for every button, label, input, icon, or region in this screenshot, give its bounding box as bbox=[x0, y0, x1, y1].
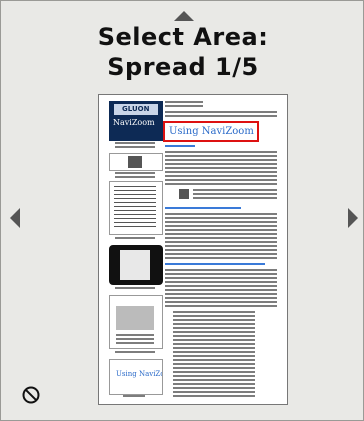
paragraph-lines bbox=[165, 269, 277, 307]
text-lines bbox=[115, 351, 155, 355]
gluon-logo: GLUON NaviZoom bbox=[109, 101, 163, 141]
thumbnail-using-navizoom[interactable]: Using NaviZoom bbox=[109, 359, 163, 395]
selected-area-label: Using NaviZoom bbox=[169, 126, 254, 137]
heading-lines bbox=[165, 101, 203, 109]
area-selector-panel: Select Area: Spread 1/5 GLUON NaviZoom U… bbox=[0, 0, 364, 421]
text-lines bbox=[115, 172, 155, 178]
page-spread-preview[interactable]: GLUON NaviZoom Using NaviZoom bbox=[98, 94, 288, 405]
text-lines bbox=[193, 189, 277, 201]
blue-link[interactable] bbox=[165, 145, 195, 147]
triangle-left-icon[interactable] bbox=[10, 208, 20, 228]
text-lines bbox=[115, 237, 155, 241]
blue-link[interactable] bbox=[165, 207, 241, 209]
no-entry-icon[interactable] bbox=[21, 385, 41, 405]
inline-icon-image bbox=[179, 189, 189, 199]
thumbnail-column: GLUON NaviZoom Using NaviZoom bbox=[109, 101, 163, 401]
thumbnail-current-page[interactable] bbox=[109, 245, 163, 285]
triangle-up-icon[interactable] bbox=[174, 11, 194, 21]
triangle-right-icon[interactable] bbox=[348, 208, 358, 228]
thumbnail-list-page[interactable] bbox=[109, 181, 163, 235]
title-select-area: Select Area: bbox=[97, 23, 269, 51]
text-lines bbox=[165, 111, 277, 117]
title-spread: Spread 1/5 bbox=[107, 53, 259, 81]
thumbnail-image-1[interactable] bbox=[109, 153, 163, 171]
text-lines bbox=[115, 142, 155, 148]
text-lines bbox=[115, 287, 155, 291]
logo-brand-text: GLUON bbox=[122, 105, 150, 113]
blue-link[interactable] bbox=[165, 263, 265, 265]
selected-area-box[interactable]: Using NaviZoom bbox=[163, 121, 259, 142]
paragraph-lines bbox=[165, 151, 277, 185]
red-vertical-note bbox=[257, 315, 277, 401]
paragraph-lines bbox=[165, 213, 277, 259]
logo-product-text: NaviZoom bbox=[113, 118, 155, 127]
paragraph-lines bbox=[173, 311, 255, 397]
thumbnail-diagram-page[interactable] bbox=[109, 295, 163, 349]
text-lines bbox=[123, 395, 145, 399]
thumbnail-using-navizoom-label: Using NaviZoom bbox=[116, 370, 162, 378]
